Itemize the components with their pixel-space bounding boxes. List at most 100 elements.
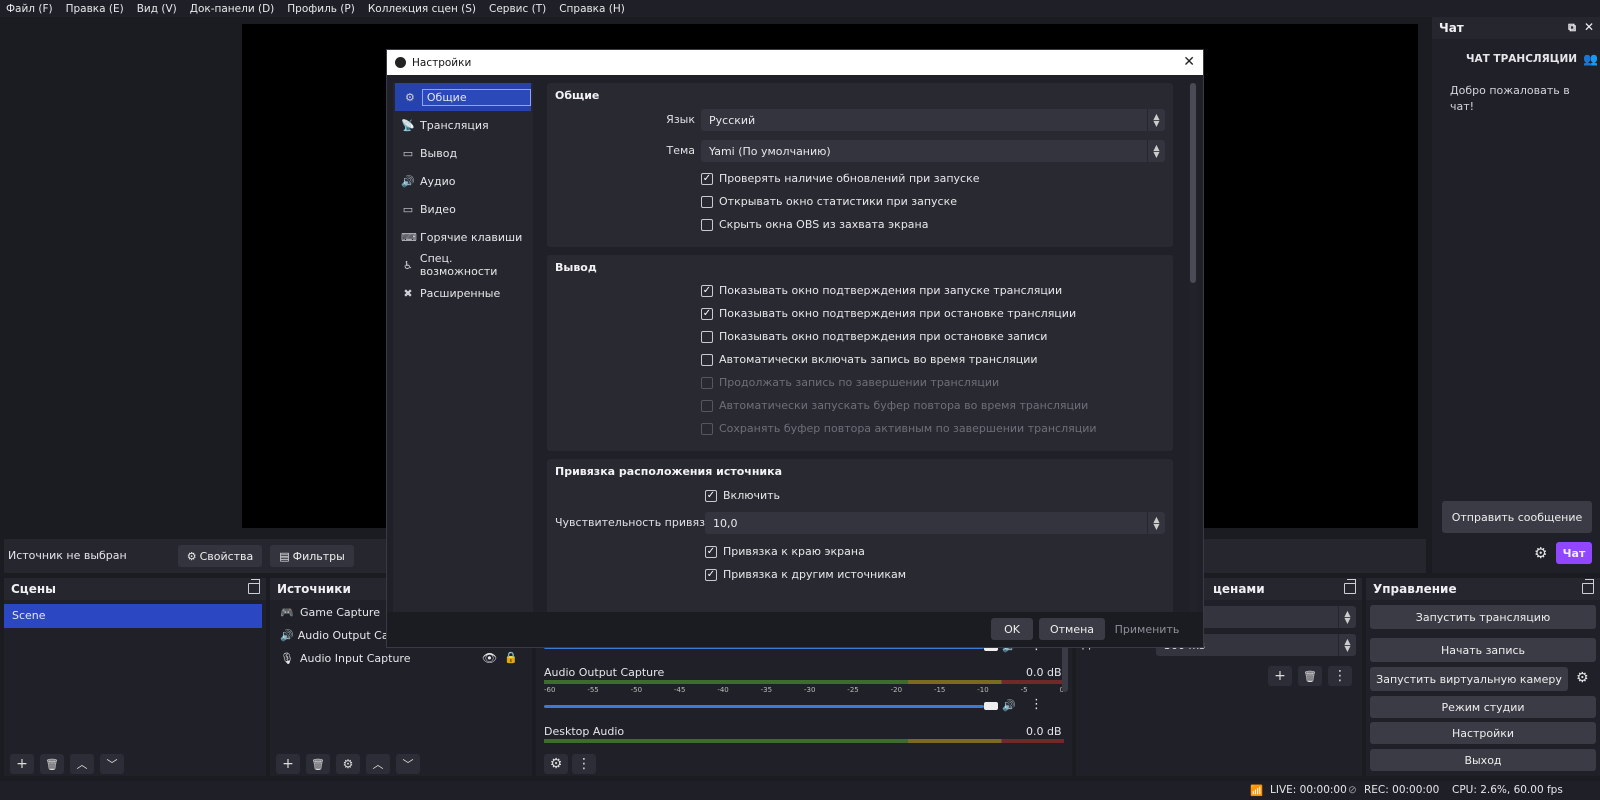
transition-select[interactable]: ▲ ▼ (1202, 606, 1356, 628)
menu-bar: Файл (F) Правка (E) Вид (V) Док-панели (… (0, 0, 1600, 17)
more-icon[interactable]: ⋮ (1030, 697, 1043, 712)
trash-icon[interactable]: 🗑 (40, 754, 64, 774)
theme-label: Тема (666, 144, 695, 157)
more-icon[interactable]: ⋮ (1328, 666, 1352, 686)
cpu-usage: CPU: 2.6%, 60.00 fps (1452, 784, 1563, 796)
snapping-enable-checkbox[interactable]: ✓ Включить (705, 489, 780, 502)
snap-screen-edge-checkbox[interactable]: ✓ Привязка к краю экрана (705, 545, 865, 558)
nav-hotkeys[interactable]: ⌨ Горячие клавиши (393, 223, 533, 251)
sources-toolbar: + 🗑 ⚙ ︿ ﹀ (270, 754, 420, 774)
trash-icon[interactable]: 🗑 (306, 754, 330, 774)
language-select[interactable]: Русский ▲ ▼ (701, 109, 1165, 131)
controls-title: Управление (1373, 582, 1457, 596)
scroll-thumb[interactable] (1190, 83, 1196, 283)
level-meter (544, 739, 1064, 743)
menu-view[interactable]: Вид (V) (137, 3, 177, 15)
start-virtual-camera-button[interactable]: Запустить виртуальную камеру (1370, 667, 1568, 691)
menu-tools[interactable]: Сервис (T) (489, 3, 546, 15)
nav-accessibility[interactable]: ♿ Спец. возможности (393, 251, 533, 279)
chevron-down-icon[interactable]: ﹀ (100, 754, 124, 774)
confirm-stop-stream-checkbox[interactable]: ✓ Показывать окно подтверждения при остан… (701, 307, 1076, 320)
settings-scrollbar[interactable] (1189, 83, 1197, 615)
more-icon[interactable]: ⋮ (572, 754, 596, 774)
settings-content: Общие Язык Русский ▲ ▼ Тема Yami (По умолч… (547, 83, 1187, 615)
mixer-settings-icon[interactable]: ⚙ (544, 754, 568, 774)
checkmark-icon: ✓ (705, 568, 717, 581)
chevron-up-icon[interactable]: ︿ (70, 754, 94, 774)
add-icon[interactable]: + (10, 754, 34, 774)
open-stats-checkbox[interactable]: Открывать окно статистики при запуске (701, 195, 957, 208)
sensitivity-spinbox[interactable]: 10,0 ▲ ▼ (705, 512, 1165, 534)
scene-item[interactable]: Scene (4, 604, 262, 628)
cancel-button[interactable]: Отмена (1039, 618, 1105, 640)
nav-video[interactable]: ▭ Видео (393, 195, 533, 223)
menu-docks[interactable]: Док-панели (D) (190, 3, 275, 15)
group-title: Привязка расположения источника (555, 465, 783, 478)
ok-button[interactable]: OK (991, 618, 1033, 640)
properties-button[interactable]: ⚙ Свойства (178, 545, 262, 567)
start-streaming-button[interactable]: Запустить трансляцию (1370, 605, 1596, 629)
check-updates-checkbox[interactable]: ✓ Проверять наличие обновлений при запуск… (701, 172, 980, 185)
nav-advanced[interactable]: ✖ Расширенные (393, 279, 533, 307)
exit-button[interactable]: Выход (1370, 749, 1596, 771)
theme-select[interactable]: Yami (По умолчанию) ▲ ▼ (701, 140, 1165, 162)
filter-icon: ▤ (279, 549, 290, 563)
nav-output[interactable]: ▭ Вывод (393, 139, 533, 167)
level-meter (544, 680, 1064, 684)
settings-dialog: Настройки ✕ ⚙ Общие 📡 Трансляция ▭ Вывод 🔊 А… (386, 49, 1204, 648)
chevron-up-icon[interactable]: ︿ (366, 754, 390, 774)
menu-edit[interactable]: Правка (E) (66, 3, 124, 15)
confirm-stop-record-checkbox[interactable]: Показывать окно подтверждения при остано… (701, 330, 1047, 343)
source-item[interactable]: 🎙 Audio Input Capture (280, 652, 410, 665)
undock-icon[interactable]: ⧉ (1568, 21, 1576, 35)
add-icon[interactable]: + (1268, 666, 1292, 686)
menu-help[interactable]: Справка (H) (559, 3, 625, 15)
eye-icon[interactable]: 👁 (482, 651, 497, 665)
controls-header: Управление (1366, 578, 1600, 600)
start-recording-button[interactable]: Начать запись (1370, 638, 1596, 662)
menu-file[interactable]: Файл (F) (6, 3, 53, 15)
source-name: Audio Input Capture (300, 652, 411, 665)
nav-audio[interactable]: 🔊 Аудио (393, 167, 533, 195)
gear-icon[interactable]: ⚙ (336, 754, 360, 774)
nav-general[interactable]: ⚙ Общие (395, 83, 531, 111)
scenes-list: Scene + 🗑 ︿ ﹀ (4, 600, 266, 776)
scenes-dock: Сцены Scene + 🗑 ︿ ﹀ (4, 578, 266, 776)
chat-dock-title: Чат (1439, 21, 1464, 35)
channel-name: Desktop Audio (544, 725, 625, 738)
checkmark-icon: ✓ (701, 307, 713, 320)
source-item[interactable]: 🔊 Audio Output Capture (280, 629, 390, 642)
auto-record-checkbox[interactable]: Автоматически включать запись во время т… (701, 353, 1038, 366)
apply-button[interactable]: Применить (1111, 618, 1183, 640)
chevron-down-icon[interactable]: ﹀ (396, 754, 420, 774)
menu-profile[interactable]: Профиль (P) (287, 3, 355, 15)
undock-icon[interactable] (1344, 579, 1356, 594)
trash-icon[interactable]: 🗑 (1298, 666, 1322, 686)
gear-icon: ⚙ (405, 90, 415, 104)
volume-knob[interactable] (984, 702, 998, 710)
gear-icon[interactable]: ⚙ (1576, 670, 1589, 686)
studio-mode-button[interactable]: Режим студии (1370, 696, 1596, 718)
snap-other-sources-checkbox[interactable]: ✓ Привязка к другим источникам (705, 568, 906, 581)
volume-slider[interactable] (544, 705, 984, 708)
add-icon[interactable]: + (276, 754, 300, 774)
nav-stream[interactable]: 📡 Трансляция (393, 111, 533, 139)
settings-footer: OK Отмена Применить (387, 612, 1203, 647)
undock-icon[interactable] (248, 579, 260, 594)
chat-button[interactable]: Чат (1556, 542, 1592, 564)
filters-button[interactable]: ▤ Фильтры (270, 545, 354, 567)
close-icon[interactable]: ✕ (1183, 54, 1195, 70)
settings-button[interactable]: Настройки (1370, 722, 1596, 744)
confirm-start-stream-checkbox[interactable]: ✓ Показывать окно подтверждения при запус… (701, 284, 1062, 297)
users-icon[interactable]: 👥 (1583, 52, 1598, 66)
source-item[interactable]: 🎮 Game Capture (280, 606, 380, 619)
chat-settings-icon[interactable]: ⚙ (1534, 544, 1547, 562)
lock-icon[interactable]: 🔒 (504, 651, 518, 664)
undock-icon[interactable] (1582, 579, 1594, 594)
hide-obs-checkbox[interactable]: Скрыть окна OBS из захвата экрана (701, 218, 928, 231)
menu-scene-collection[interactable]: Коллекция сцен (S) (368, 3, 476, 15)
chat-header-title: ЧАТ ТРАНСЛЯЦИИ (1466, 53, 1578, 65)
send-message-input[interactable]: Отправить сообщение (1442, 501, 1592, 533)
speaker-icon[interactable]: 🔊 (1002, 699, 1016, 712)
close-icon[interactable]: ✕ (1584, 20, 1594, 34)
